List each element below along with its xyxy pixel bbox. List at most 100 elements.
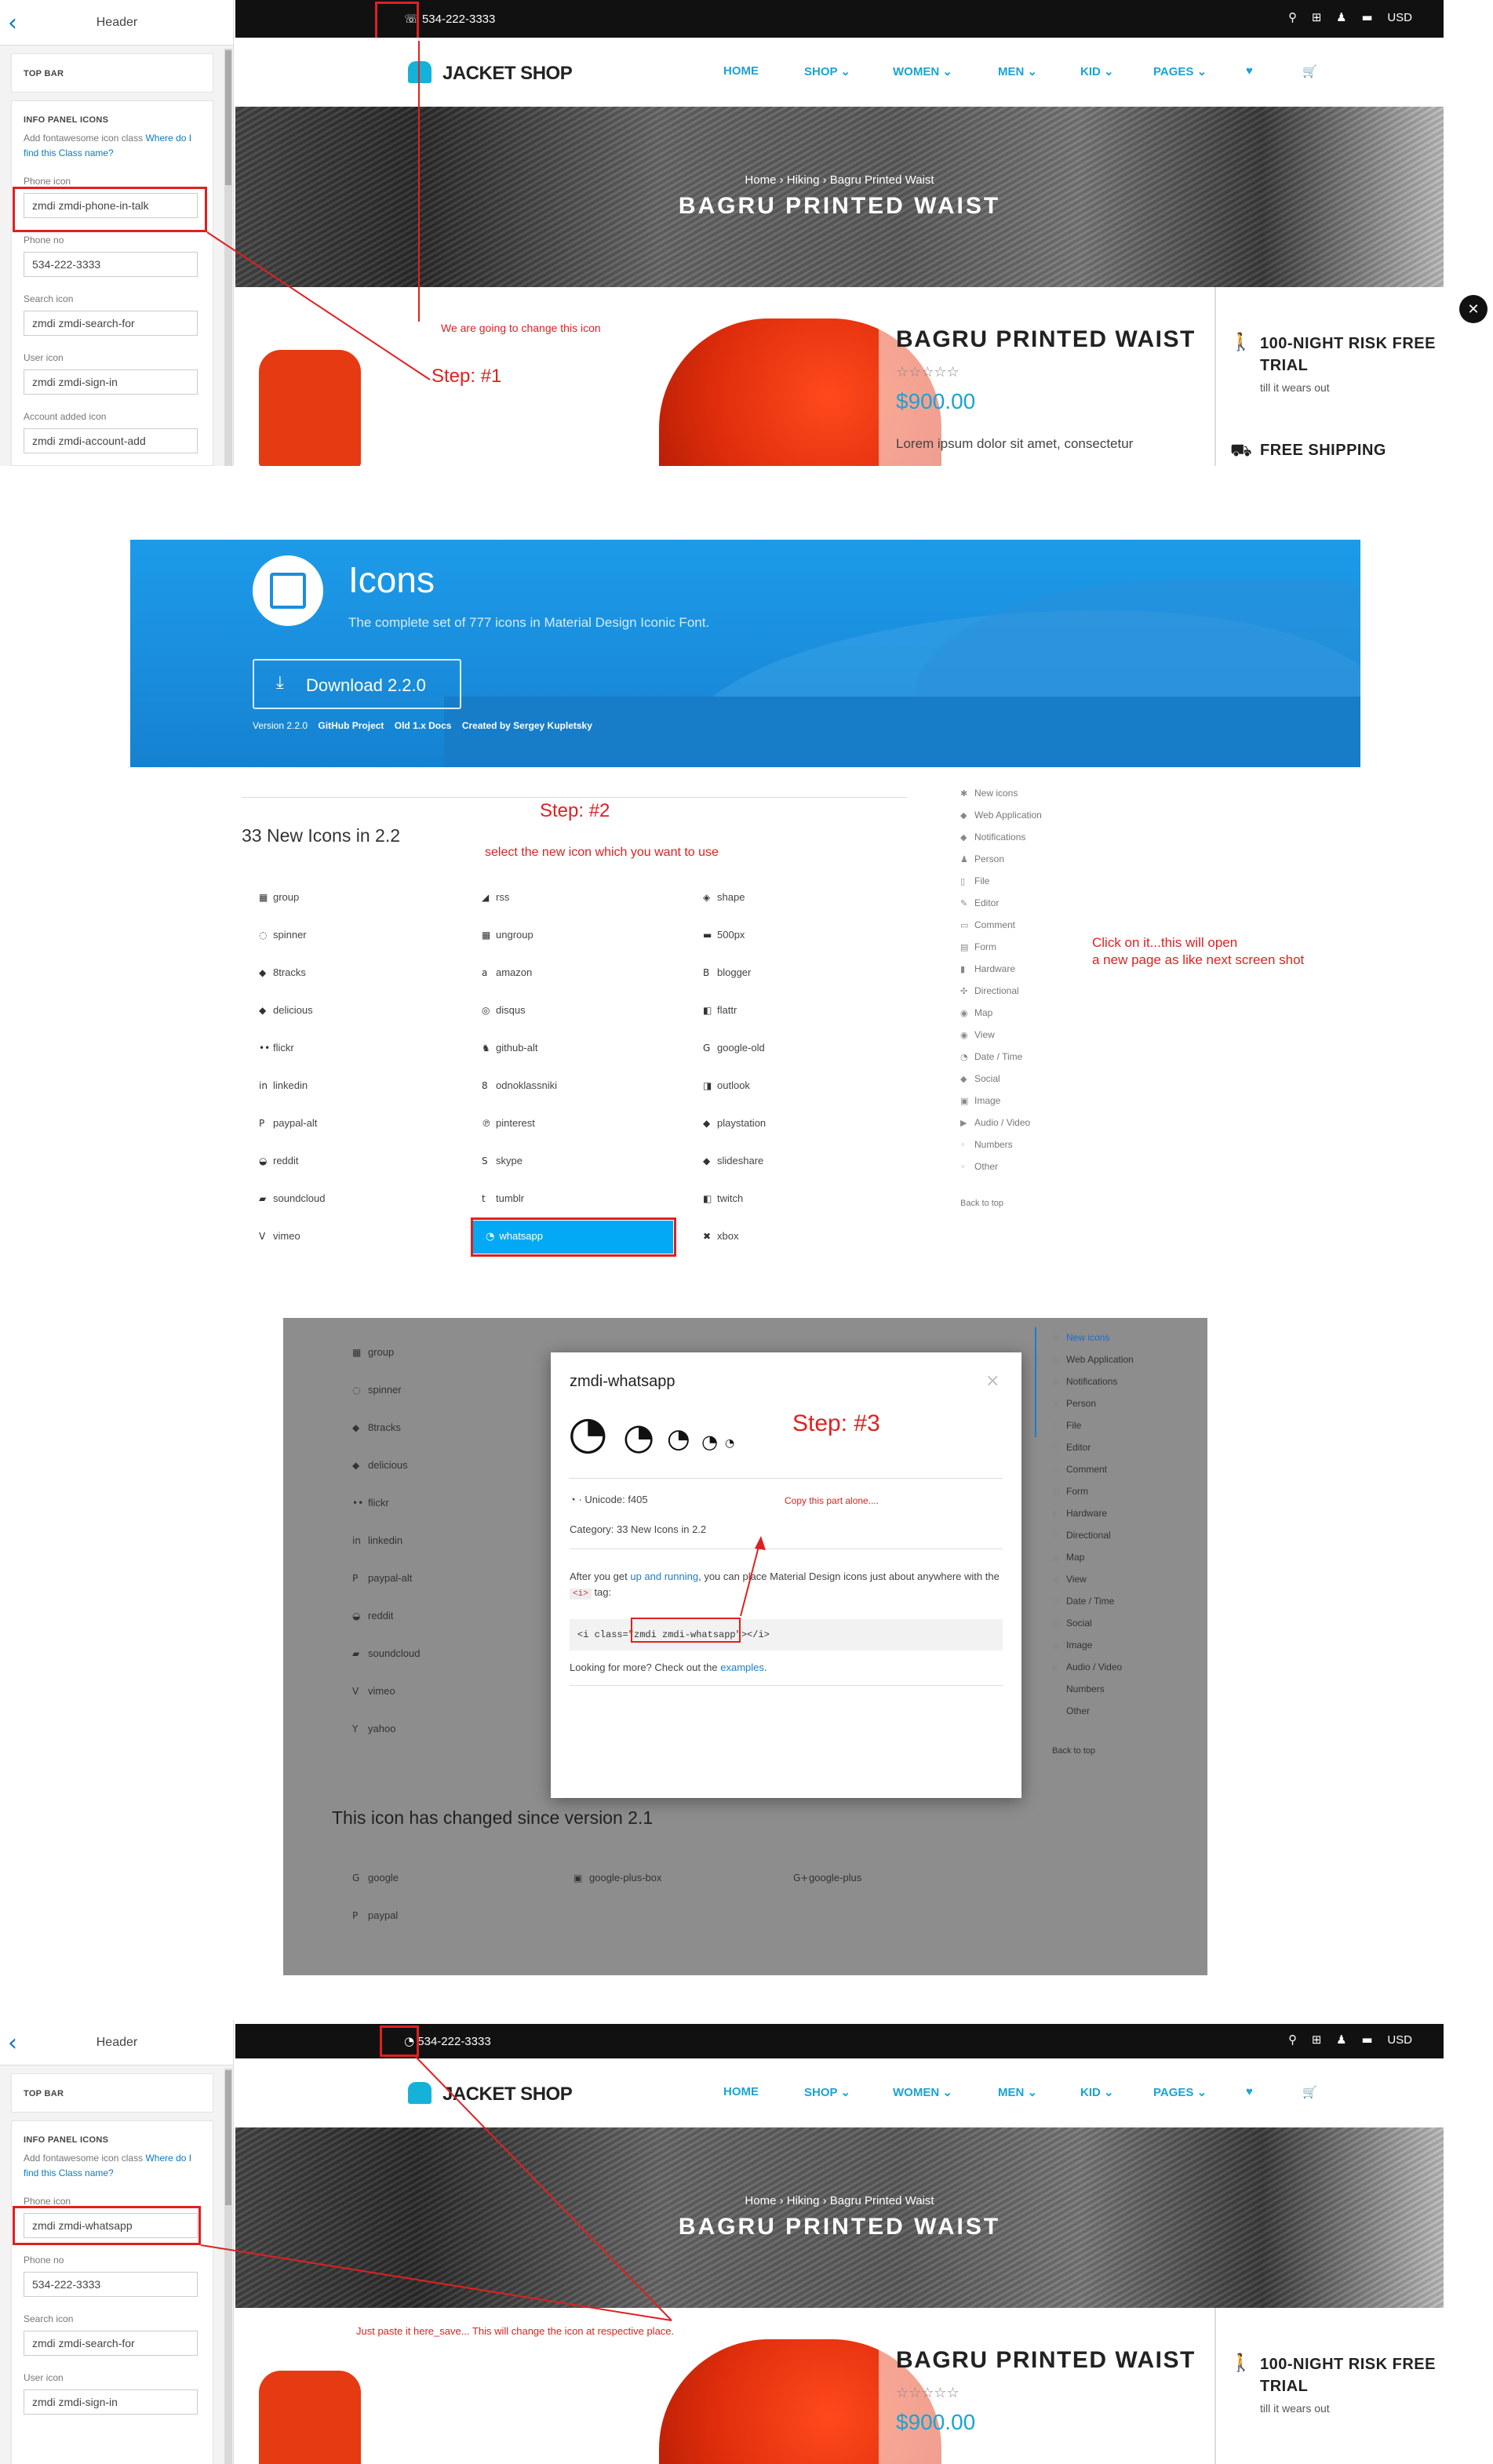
nav-item[interactable]: ▶ Audio / Video	[1052, 1661, 1122, 1672]
icon-item[interactable]: Vvimeo	[259, 1230, 300, 1242]
icon-name: google-plus-box	[589, 1872, 662, 1883]
icon-name: spinner	[368, 1384, 402, 1396]
nav-item[interactable]: ♟ Person	[960, 853, 1004, 864]
changed-icon-item: ▣ google-plus-box	[574, 1872, 662, 1883]
nav-item[interactable]: ◦ Numbers	[1052, 1683, 1105, 1694]
icon-item[interactable]: ◆ 8tracks	[259, 966, 306, 978]
nav-item[interactable]: ◆ Social	[960, 1073, 1000, 1084]
nav-bullet-icon: ◦	[1052, 1684, 1058, 1694]
nav-item[interactable]: ◦ Other	[1052, 1705, 1090, 1716]
nav-item[interactable]: ◆ Notifications	[960, 832, 1025, 843]
icon-item[interactable]: ▬ 500px	[703, 929, 745, 941]
nav-item[interactable]: ▤ Form	[960, 941, 996, 952]
icon-item[interactable]: Ggoogle-old	[703, 1042, 765, 1054]
more-text: Looking for more? Check out the	[570, 1661, 718, 1673]
nav-item[interactable]: ✱ New icons	[1052, 1332, 1109, 1343]
icon-item[interactable]: ◧ flattr	[703, 1004, 737, 1016]
arrow-head	[755, 1536, 766, 1550]
back-to-top-dim[interactable]: Back to top	[1052, 1746, 1095, 1756]
flattr-icon: ◧	[703, 1005, 712, 1016]
nav-item[interactable]: ◉ View	[960, 1029, 995, 1040]
icon-item[interactable]: ▰ soundcloud	[259, 1192, 326, 1204]
icon-item[interactable]: ◎ disqus	[482, 1004, 526, 1016]
icon-item[interactable]: Ppaypal-alt	[259, 1117, 317, 1129]
nav-item[interactable]: ▯ File	[1052, 1420, 1081, 1431]
examples-link[interactable]: examples	[720, 1661, 764, 1673]
author-link[interactable]: Created by Sergey Kupletsky	[462, 720, 592, 731]
nav-item[interactable]: ▮ Hardware	[960, 963, 1015, 974]
outlook-icon: ◨	[703, 1080, 712, 1091]
nav-item[interactable]: ▣ Image	[960, 1095, 1000, 1106]
nav-item[interactable]: ◔ Date / Time	[960, 1051, 1022, 1062]
xbox-icon: ✖	[703, 1231, 712, 1242]
bg-icon-item: ◆ 8tracks	[352, 1421, 401, 1433]
github-link[interactable]: GitHub Project	[318, 720, 384, 731]
arrow-line	[200, 2244, 672, 2321]
back-to-top-link[interactable]: Back to top	[960, 1199, 1003, 1208]
nav-label: Notifications	[974, 832, 1026, 843]
nav-item[interactable]: ▭ Comment	[1052, 1464, 1107, 1475]
icon-item[interactable]: ◨ outlook	[703, 1079, 750, 1091]
nav-item[interactable]: ◆ Web Application	[1052, 1354, 1134, 1365]
nav-item[interactable]: ▶ Audio / Video	[960, 1117, 1030, 1128]
icon-item[interactable]: ◧ twitch	[703, 1192, 743, 1204]
icon-name: google	[368, 1872, 399, 1883]
icon-name: slideshare	[717, 1155, 764, 1166]
nav-item[interactable]: ▭ Comment	[960, 919, 1015, 930]
nav-item[interactable]: ▯ File	[960, 875, 989, 886]
paypal-alt-icon: P	[259, 1118, 265, 1129]
nav-item[interactable]: ✎ Editor	[1052, 1442, 1091, 1453]
nav-item[interactable]: ◆ Web Application	[960, 810, 1042, 821]
nav-label: Notifications	[1066, 1376, 1118, 1387]
user-icon-field[interactable]: zmdi zmdi-sign-in	[24, 2389, 198, 2415]
nav-item[interactable]: ◉ Map	[960, 1007, 992, 1018]
icon-item[interactable]: a amazon	[482, 966, 532, 978]
icon-item[interactable]: ◆ slideshare	[703, 1155, 763, 1166]
icon-item[interactable]: Sskype	[482, 1155, 523, 1166]
icon-item[interactable]: ◢ rss	[482, 891, 509, 903]
mdi-logo	[253, 555, 323, 626]
arrow-line	[740, 1537, 762, 1617]
feature-trial-sub: till it wears out	[1260, 2402, 1330, 2415]
nav-bullet-icon: ◆	[1052, 1355, 1059, 1365]
icon-name: linkedin	[273, 1079, 308, 1091]
icon-item[interactable]: ◆ playstation	[703, 1117, 766, 1129]
nav-item[interactable]: ♟ Person	[1052, 1398, 1096, 1409]
nav-item[interactable]: ◦ Other	[960, 1161, 998, 1172]
old-docs-link[interactable]: Old 1.x Docs	[395, 720, 452, 731]
close-icon[interactable]: ×	[985, 1371, 1000, 1391]
vimeo-icon: V	[352, 1686, 359, 1697]
icon-name: disqus	[496, 1004, 526, 1016]
nav-item[interactable]: ✎ Editor	[960, 897, 999, 908]
icon-item[interactable]: 8 odnoklassniki	[482, 1079, 557, 1091]
icon-item[interactable]: ✖ xbox	[703, 1230, 738, 1242]
icon-item[interactable]: in linkedin	[259, 1079, 308, 1091]
nav-bullet-icon: ▮	[960, 964, 966, 974]
icon-item[interactable]: •• flickr	[259, 1042, 294, 1054]
nav-item[interactable]: ◦ Numbers	[960, 1139, 1013, 1150]
nav-bullet-icon: ▶	[960, 1118, 967, 1128]
icon-item[interactable]: t tumblr	[482, 1192, 524, 1204]
icon-name: 8tracks	[368, 1421, 401, 1433]
icon-item[interactable]: ♞ github-alt	[482, 1042, 537, 1054]
step-2-label: Step: #2	[540, 800, 610, 821]
icon-item[interactable]: ◆ delicious	[259, 1004, 313, 1016]
nav-item[interactable]: ◆ Notifications	[1052, 1376, 1117, 1387]
500px-icon: ▬	[703, 930, 712, 941]
nav-item[interactable]: ✣ Directional	[960, 985, 1019, 996]
icon-item[interactable]: ℗ pinterest	[482, 1117, 535, 1129]
nav-item[interactable]: ✱ New icons	[960, 788, 1018, 799]
soundcloud-icon: ▰	[259, 1193, 267, 1204]
icon-name: tumblr	[496, 1192, 525, 1204]
section-title: 33 New Icons in 2.2	[242, 825, 401, 846]
icon-item[interactable]: Bblogger	[703, 966, 751, 978]
icon-item[interactable]: ◒ reddit	[259, 1155, 299, 1166]
icon-item[interactable]: ◈ shape	[703, 891, 745, 903]
icon-item[interactable]: ◌ spinner	[259, 929, 307, 941]
modal-title: zmdi-whatsapp	[570, 1373, 675, 1390]
nav-label: Comment	[974, 919, 1016, 930]
download-button[interactable]: ⤓ Download 2.2.0	[253, 659, 461, 709]
product-thumbnail[interactable]	[259, 2371, 361, 2464]
icon-item[interactable]: ▦ group	[259, 891, 299, 903]
icon-item[interactable]: ▦ ungroup	[482, 929, 533, 941]
